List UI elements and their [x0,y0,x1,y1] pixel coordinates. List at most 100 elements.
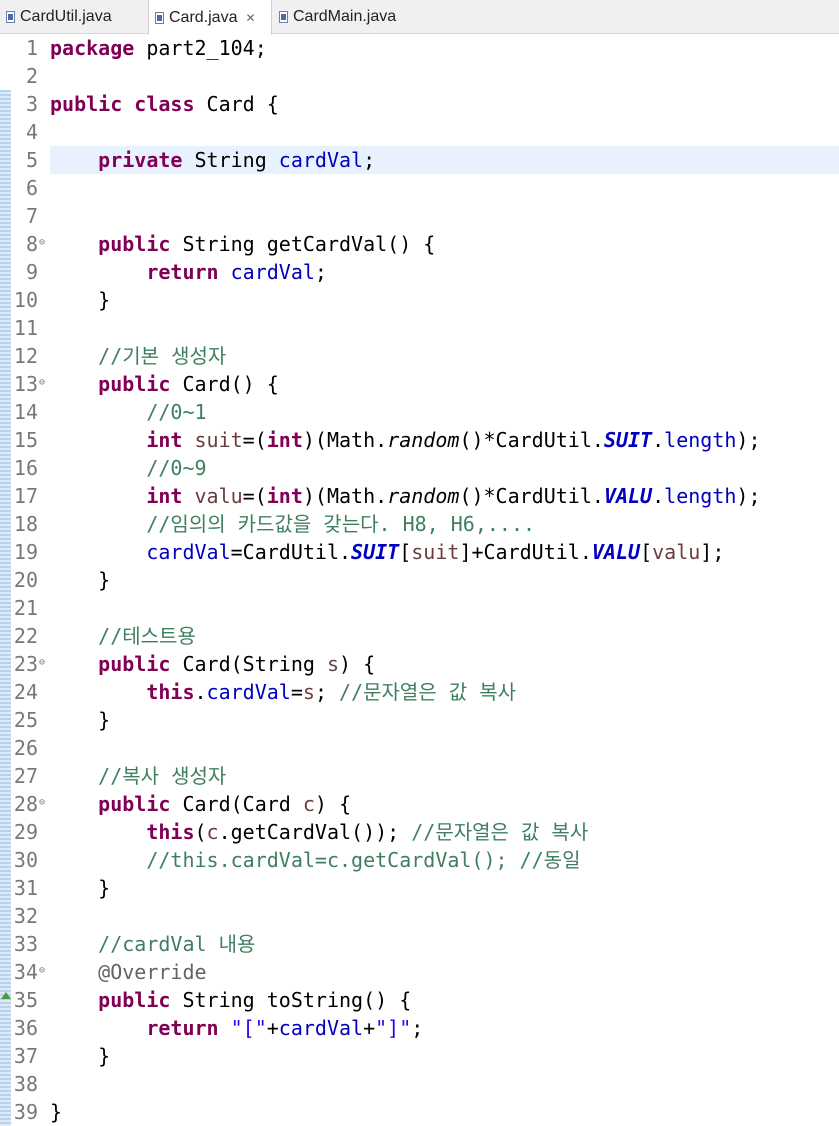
method-call: random [387,484,460,508]
keyword: int [146,428,183,452]
code-line[interactable]: 16 //0~9 [0,454,839,482]
code-line[interactable]: 25 } [0,706,839,734]
local-variable: suit [411,540,460,564]
line-code: @Override [50,958,206,986]
tab-cardutil-java[interactable]: CardUtil.java [0,0,145,34]
code-line[interactable]: 3 public class Card { [0,90,839,118]
code-line[interactable]: 28 ⊖ public Card(Card c) { [0,790,839,818]
code-text: } [50,288,111,312]
code-line[interactable]: 24 this.cardVal=s; //문자열은 값 복사 [0,678,839,706]
line-number: 29 [13,820,38,844]
code-line[interactable]: 2 [0,62,839,90]
line-number: 32 [13,904,38,928]
comment: //복사 생성자 [98,764,227,788]
code-text: String [182,148,279,172]
code-line[interactable]: 7 [0,202,839,230]
close-icon[interactable]: ✕ [245,11,255,25]
code-line[interactable]: 22 //테스트용 [0,622,839,650]
fold-collapse-icon[interactable]: ⊖ [39,230,45,256]
code-line[interactable]: 18 //임의의 카드값을 갖는다. H8, H6,.... [0,510,839,538]
line-number: 19 [13,540,38,564]
override-marker-icon[interactable] [1,992,11,999]
code-line[interactable]: 32 [0,902,839,930]
code-line[interactable]: 30 //this.cardVal=c.getCardVal(); //동일 [0,846,839,874]
code-text: . [194,680,207,704]
code-line[interactable]: 19 cardVal=CardUtil.SUIT[suit]+CardUtil.… [0,538,839,566]
field-name: length [664,484,737,508]
line-code: cardVal=CardUtil.SUIT[suit]+CardUtil.VAL… [50,538,724,566]
method-call: random [387,428,460,452]
fold-collapse-icon[interactable]: ⊖ [39,958,45,984]
code-line[interactable]: 5 private String cardVal; [0,146,839,174]
field-name: cardVal [206,680,291,704]
code-line[interactable]: 36 return "["+cardVal+"]"; [0,1014,839,1042]
fold-collapse-icon[interactable]: ⊖ [39,650,45,676]
line-code: //0~1 [50,398,207,426]
code-line[interactable]: 37 } [0,1042,839,1070]
java-file-icon [279,11,288,23]
code-line[interactable]: 11 [0,314,839,342]
local-variable: valu [194,484,243,508]
code-line[interactable]: 23 ⊖ public Card(String s) { [0,650,839,678]
code-text: [ [399,540,412,564]
java-file-icon [155,11,164,24]
code-text: + [363,1016,376,1040]
line-code: package part2_104; [50,34,267,62]
code-line[interactable]: 27 //복사 생성자 [0,762,839,790]
code-line[interactable]: 35 public String toString() { [0,986,839,1014]
code-line[interactable]: 15 int suit=(int)(Math.random()*CardUtil… [0,426,839,454]
code-text: = [290,680,303,704]
code-line[interactable]: 26 [0,734,839,762]
tab-cardmain-java[interactable]: CardMain.java [273,0,413,34]
line-code: //테스트용 [50,622,196,650]
code-line[interactable]: 34 ⊖ @Override [0,958,839,986]
code-line[interactable]: 1 package part2_104; [0,34,839,62]
fold-collapse-icon[interactable]: ⊖ [39,370,45,396]
field-name: cardVal [230,260,315,284]
code-line[interactable]: 31 } [0,874,839,902]
code-text: =( [242,428,267,452]
line-code: public Card() { [50,370,279,398]
code-text: } [50,1100,63,1124]
code-text: Card(String [170,652,327,676]
code-line[interactable]: 12 //기본 생성자 [0,342,839,370]
code-line[interactable]: 4 [0,118,839,146]
code-text: =( [242,484,267,508]
line-number: 23 [13,652,38,676]
code-line[interactable]: 14 //0~1 [0,398,839,426]
code-line[interactable]: 33 //cardVal 내용 [0,930,839,958]
line-code: //this.cardVal=c.getCardVal(); //동일 [50,846,580,874]
code-line[interactable]: 6 [0,174,839,202]
line-code: } [50,1042,110,1070]
keyword: this [146,680,195,704]
line-number: 20 [13,568,38,592]
line-number: 3 [25,92,38,116]
keyword: this [146,820,195,844]
code-line[interactable]: 39} [0,1098,839,1126]
tab-label: CardMain.java [293,8,397,25]
code-line[interactable]: 9 return cardVal; [0,258,839,286]
code-editor[interactable]: 1 package part2_104; 2 3 public class Card {… [0,34,839,1126]
code-line[interactable]: 38 [0,1070,839,1098]
comment: //0~1 [146,400,207,424]
code-text: )(Math. [302,484,388,508]
code-line[interactable]: 13 ⊖ public Card() { [0,370,839,398]
code-line[interactable]: 17 int valu=(int)(Math.random()*CardUtil… [0,482,839,510]
static-field: VALU [591,540,641,564]
code-line[interactable]: 21 [0,594,839,622]
line-number: 17 [13,484,38,508]
tab-card-java[interactable]: Card.java ✕ [148,0,272,35]
code-line[interactable]: 29 this(c.getCardVal()); //문자열은 값 복사 [0,818,839,846]
fold-collapse-icon[interactable]: ⊖ [39,790,45,816]
code-line[interactable]: 10 } [0,286,839,314]
code-line[interactable]: 20 } [0,566,839,594]
code-line[interactable]: 8 ⊖ public String getCardVal() { [0,230,839,258]
